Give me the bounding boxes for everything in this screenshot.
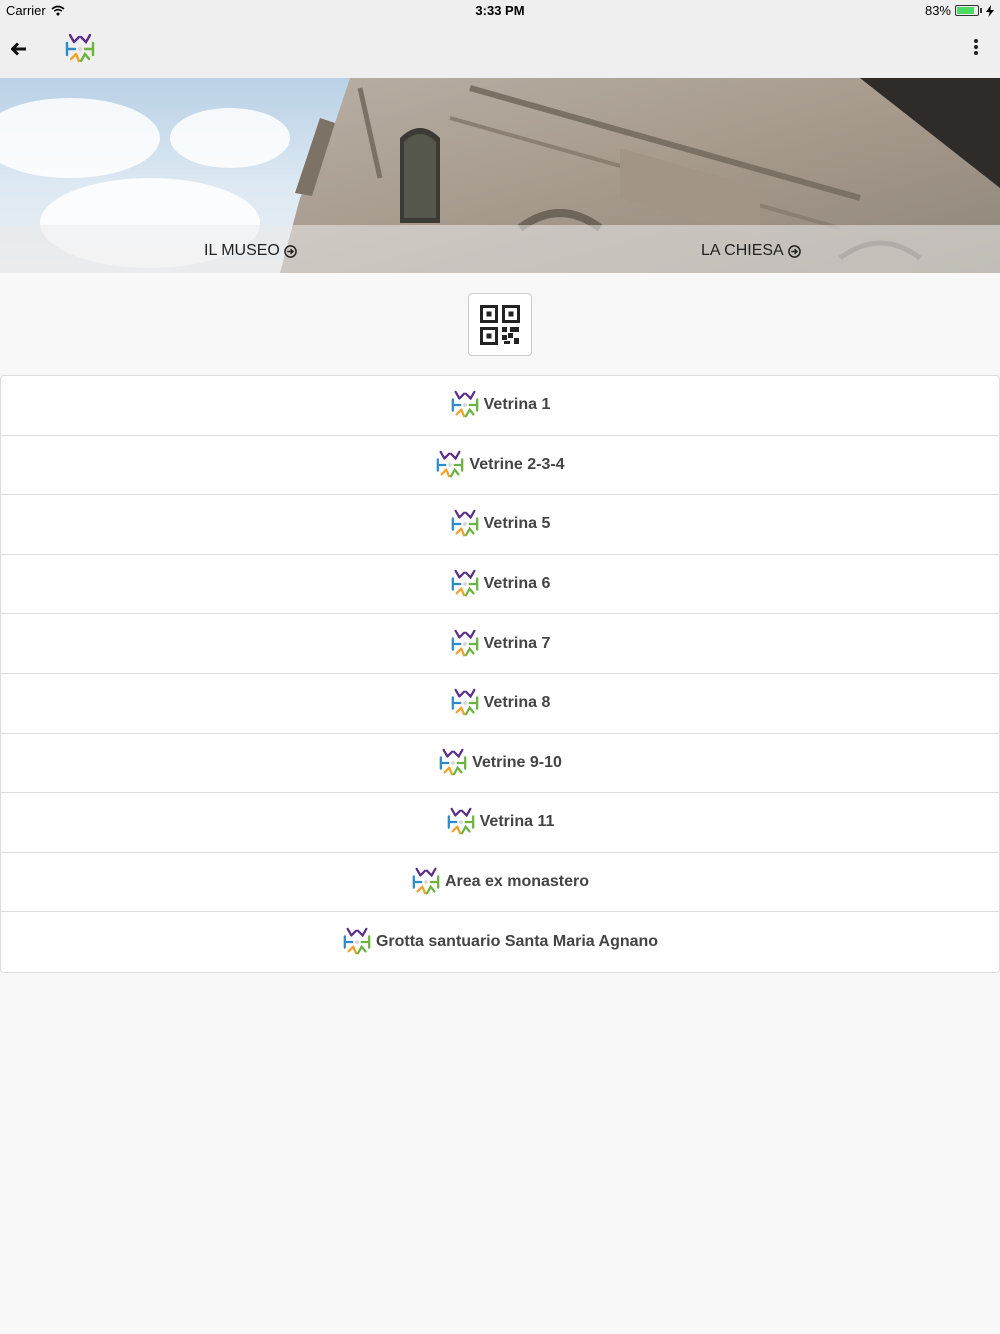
list-item-vetrine-9-10[interactable]: Vetrine 9-10: [1, 734, 999, 794]
status-time: 3:33 PM: [475, 3, 525, 18]
app-logo-icon: [450, 390, 480, 420]
list-item-vetrina-11[interactable]: Vetrina 11: [1, 793, 999, 853]
nav-bar: [0, 20, 1000, 78]
back-button[interactable]: [8, 38, 30, 60]
app-logo-icon: [450, 569, 480, 599]
list-item-area-ex-monastero[interactable]: Area ex monastero: [1, 853, 999, 913]
status-bar: Carrier 3:33 PM 83%: [0, 0, 1000, 20]
museum-link-label: IL MUSEO: [204, 242, 280, 259]
app-logo-icon: [411, 867, 441, 897]
hero-link-bar: [0, 225, 1000, 273]
list-item-label: Grotta santuario Santa Maria Agnano: [375, 933, 659, 951]
list-item-label: Vetrina 1: [483, 396, 551, 414]
battery-icon: [955, 5, 979, 16]
list-item-vetrina-8[interactable]: Vetrina 8: [1, 674, 999, 734]
list-item-label: Vetrina 5: [483, 515, 551, 533]
charging-icon: [986, 4, 994, 17]
list-item-label: Vetrine 9-10: [472, 753, 562, 771]
museum-link[interactable]: IL MUSEO: [204, 242, 297, 260]
battery-fill: [957, 7, 974, 14]
app-logo-icon: [446, 807, 476, 837]
hero-banner: IL MUSEO LA CHIESA: [0, 78, 1000, 273]
arrow-left-icon: [11, 42, 26, 56]
list-item-label: Vetrine 2-3-4: [469, 455, 565, 473]
circle-arrow-right-icon: [788, 245, 801, 258]
app-logo-icon: [342, 927, 372, 957]
list-item-vetrina-5[interactable]: Vetrina 5: [1, 495, 999, 555]
list-item-vetrina-1[interactable]: Vetrina 1: [1, 376, 999, 436]
list-item-vetrina-7[interactable]: Vetrina 7: [1, 614, 999, 674]
app-logo-icon: [438, 748, 468, 778]
battery-percent: 83%: [924, 3, 951, 18]
list-item-vetrine-2-3-4[interactable]: Vetrine 2-3-4: [1, 436, 999, 496]
app-logo-icon: [450, 688, 480, 718]
more-vertical-icon: [974, 39, 978, 55]
list-item-label: Vetrina 7: [483, 634, 551, 652]
qr-scan-button[interactable]: [468, 293, 532, 356]
list-item-vetrina-6[interactable]: Vetrina 6: [1, 555, 999, 615]
battery-nub: [980, 8, 982, 13]
app-logo-icon: [435, 450, 465, 480]
app-logo-icon[interactable]: [64, 33, 96, 65]
status-right: 83%: [925, 3, 994, 18]
more-menu-button[interactable]: [966, 37, 986, 59]
qr-code-icon: [480, 304, 520, 345]
church-link-label: LA CHIESA: [701, 242, 784, 259]
circle-arrow-right-icon: [284, 245, 297, 258]
church-link[interactable]: LA CHIESA: [701, 242, 801, 260]
list-item-label: Area ex monastero: [444, 873, 590, 891]
list-item-grotta-santuario[interactable]: Grotta santuario Santa Maria Agnano: [1, 912, 999, 972]
list-item-label: Vetrina 6: [483, 575, 551, 593]
app-logo-icon: [450, 629, 480, 659]
app-logo-icon: [450, 509, 480, 539]
list-item-label: Vetrina 8: [483, 694, 551, 712]
list-item-label: Vetrina 11: [479, 813, 555, 831]
showcase-list: Vetrina 1 Vetrine 2-3-4 Vetrina 5 Vetrin…: [0, 375, 1000, 973]
